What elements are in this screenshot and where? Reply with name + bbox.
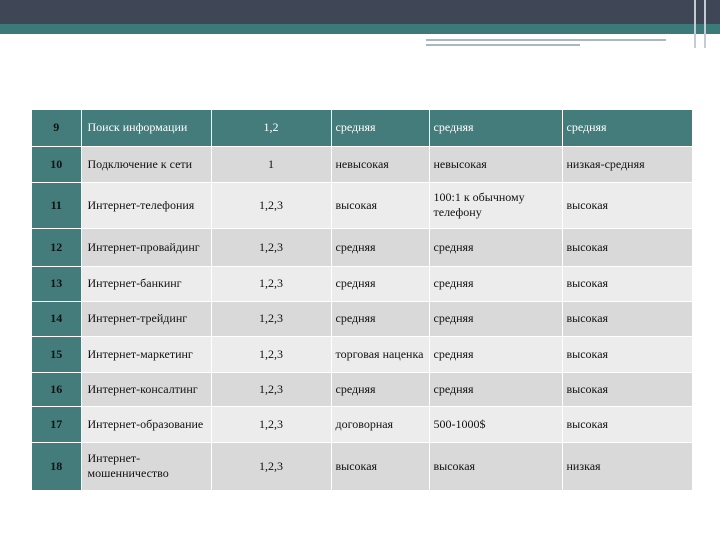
- level-cell: 1,2,3: [211, 228, 332, 267]
- value-cell: средняя: [331, 372, 430, 407]
- value-cell: средняя: [331, 266, 430, 302]
- value-cell: невысокая: [429, 146, 563, 183]
- row-number: 14: [32, 301, 82, 337]
- value-cell: высокая: [562, 301, 693, 337]
- table-row: 13 Интернет-банкинг 1,2,3 средняя средня…: [32, 266, 693, 302]
- level-cell: 1,2,3: [211, 336, 332, 373]
- row-number: 16: [32, 372, 82, 407]
- value-cell: 500-1000$: [429, 406, 563, 443]
- activity-name: Подключение к сети: [81, 146, 212, 183]
- value-cell: средняя: [429, 301, 563, 337]
- activity-name: Поиск информации: [81, 110, 212, 147]
- row-number: 18: [32, 442, 82, 491]
- decorative-line-upper: [426, 39, 666, 41]
- value-cell: торговая наценка: [331, 336, 430, 373]
- level-cell: 1: [211, 146, 332, 183]
- value-cell: средняя: [562, 110, 693, 147]
- activity-name: Интернет-телефония: [81, 182, 212, 229]
- table-row: 18 Интернет-мошенничество 1,2,3 высокая …: [32, 442, 693, 491]
- activity-name: Интернет-банкинг: [81, 266, 212, 302]
- table-row: 15 Интернет-маркетинг 1,2,3 торговая нац…: [32, 336, 693, 373]
- value-cell: высокая: [562, 372, 693, 407]
- row-number: 17: [32, 406, 82, 443]
- table-row: 17 Интернет-образование 1,2,3 договорная…: [32, 406, 693, 443]
- table-row: 12 Интернет-провайдинг 1,2,3 средняя сре…: [32, 228, 693, 267]
- value-cell: средняя: [331, 301, 430, 337]
- activity-name: Интернет-консалтинг: [81, 372, 212, 407]
- row-number: 12: [32, 228, 82, 267]
- value-cell: средняя: [429, 110, 563, 147]
- value-cell: высокая: [562, 336, 693, 373]
- value-cell: высокая: [562, 406, 693, 443]
- level-cell: 1,2,3: [211, 266, 332, 302]
- row-number: 13: [32, 266, 82, 302]
- decorative-line-lower: [426, 44, 580, 46]
- level-cell: 1,2,3: [211, 442, 332, 491]
- level-cell: 1,2,3: [211, 182, 332, 229]
- row-number: 9: [32, 110, 82, 147]
- value-cell: низкая: [562, 442, 693, 491]
- value-cell: высокая: [562, 228, 693, 267]
- value-cell: высокая: [331, 182, 430, 229]
- activity-name: Интернет-мошенничество: [81, 442, 212, 491]
- value-cell: высокая: [562, 182, 693, 229]
- data-table: 9 Поиск информации 1,2 средняя средняя с…: [32, 110, 693, 491]
- value-cell: низкая-средняя: [562, 146, 693, 183]
- level-cell: 1,2,3: [211, 406, 332, 443]
- level-cell: 1,2,3: [211, 301, 332, 337]
- activity-name: Интернет-маркетинг: [81, 336, 212, 373]
- table-row: 10 Подключение к сети 1 невысокая невысо…: [32, 146, 693, 183]
- value-cell: средняя: [429, 372, 563, 407]
- level-cell: 1,2,3: [211, 372, 332, 407]
- row-number: 15: [32, 336, 82, 373]
- value-cell: средняя: [429, 266, 563, 302]
- row-number: 11: [32, 182, 82, 229]
- value-cell: невысокая: [331, 146, 430, 183]
- slide-top-bar: [0, 0, 720, 24]
- value-cell: средняя: [331, 228, 430, 267]
- table-row: 16 Интернет-консалтинг 1,2,3 средняя сре…: [32, 372, 693, 407]
- corner-decoration: [682, 0, 720, 50]
- table-row: 14 Интернет-трейдинг 1,2,3 средняя средн…: [32, 301, 693, 337]
- slide-accent-band: [0, 24, 720, 34]
- value-cell: договорная: [331, 406, 430, 443]
- value-cell: высокая: [429, 442, 563, 491]
- table-row: 9 Поиск информации 1,2 средняя средняя с…: [32, 110, 693, 147]
- row-number: 10: [32, 146, 82, 183]
- value-cell: средняя: [429, 228, 563, 267]
- activity-name: Интернет-трейдинг: [81, 301, 212, 337]
- value-cell: высокая: [562, 266, 693, 302]
- level-cell: 1,2: [211, 110, 332, 147]
- table-row: 11 Интернет-телефония 1,2,3 высокая 100:…: [32, 182, 693, 229]
- value-cell: средняя: [331, 110, 430, 147]
- activity-name: Интернет-образование: [81, 406, 212, 443]
- value-cell: высокая: [331, 442, 430, 491]
- value-cell: средняя: [429, 336, 563, 373]
- value-cell: 100:1 к обычному телефону: [429, 182, 563, 229]
- activity-name: Интернет-провайдинг: [81, 228, 212, 267]
